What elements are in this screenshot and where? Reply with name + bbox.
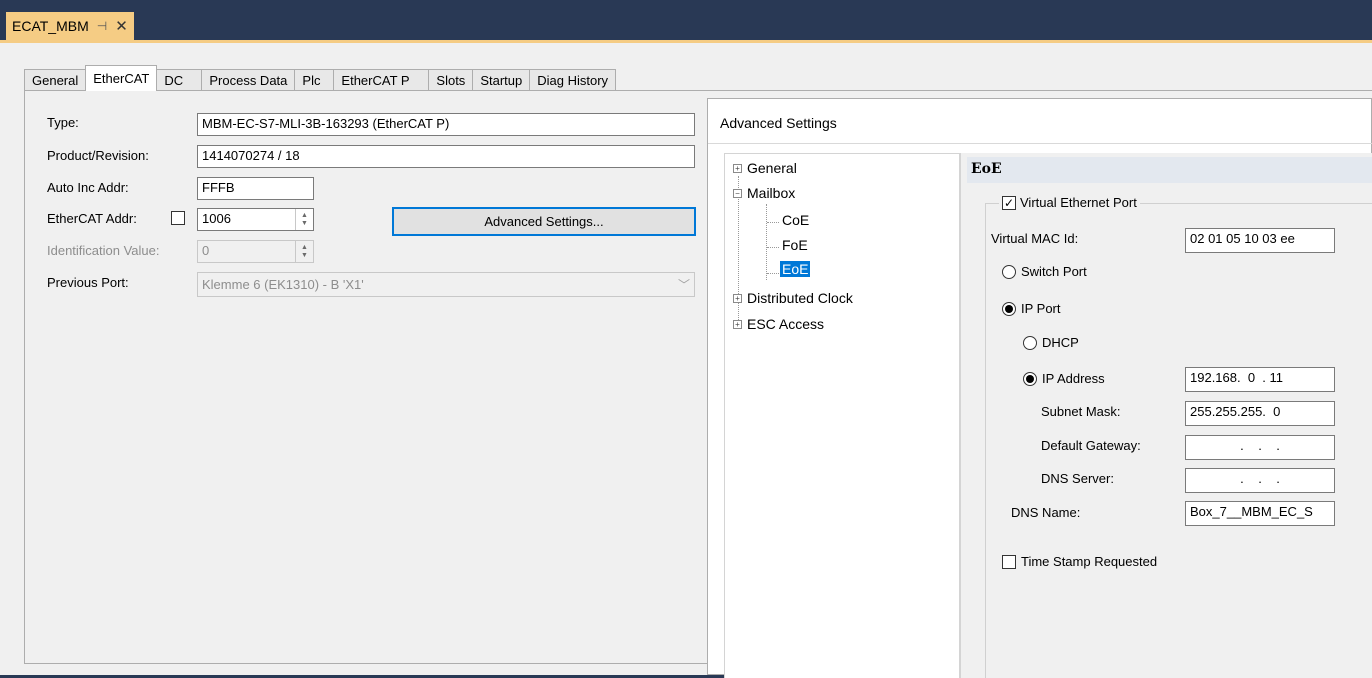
ip-port-label: IP Port bbox=[1021, 301, 1061, 316]
collapse-icon[interactable]: − bbox=[733, 188, 742, 198]
dns-server-label: DNS Server: bbox=[1041, 471, 1114, 486]
tree-node-label: CoE bbox=[782, 212, 810, 228]
previous-port-value: Klemme 6 (EK1310) - B 'X1' bbox=[202, 277, 364, 292]
spin-arrows-icon: ▲ ▼ bbox=[295, 241, 313, 262]
tab-process-data[interactable]: Process Data bbox=[201, 69, 296, 91]
settings-tree: + General − Mailbox CoE FoE EoE + Distri… bbox=[724, 153, 960, 678]
ethercat-addr-checkbox[interactable] bbox=[171, 211, 185, 225]
tree-node-eoe[interactable]: EoE bbox=[780, 261, 811, 277]
ethercat-addr-spinbox[interactable]: 1006 ▲ ▼ bbox=[197, 208, 314, 231]
subnet-mask-label: Subnet Mask: bbox=[1041, 404, 1121, 419]
tree-node-label: Mailbox bbox=[747, 185, 796, 201]
tab-ethercat[interactable]: EtherCAT bbox=[85, 65, 158, 91]
tab-slots[interactable]: Slots bbox=[428, 69, 474, 91]
tree-node-label: General bbox=[747, 160, 797, 176]
tab-ethercat-p[interactable]: EtherCAT P bbox=[333, 69, 430, 91]
virtual-ethernet-toggle[interactable]: ✓ Virtual Ethernet Port bbox=[999, 195, 1140, 210]
dialog-divider bbox=[708, 143, 1372, 144]
expand-icon[interactable]: + bbox=[733, 293, 742, 303]
dhcp-option[interactable]: DHCP bbox=[1023, 335, 1079, 350]
timestamp-checkbox[interactable] bbox=[1002, 554, 1016, 569]
ethercat-addr-label: EtherCAT Addr: bbox=[47, 211, 137, 226]
switch-port-radio[interactable] bbox=[1002, 264, 1016, 279]
identification-value-spinbox: 0 ▲ ▼ bbox=[197, 240, 314, 263]
tab-startup[interactable]: Startup bbox=[472, 69, 531, 91]
expand-icon[interactable]: + bbox=[733, 163, 742, 173]
tree-node-label: FoE bbox=[782, 237, 808, 253]
tree-node-label: Distributed Clock bbox=[747, 290, 853, 306]
expand-icon[interactable]: + bbox=[733, 319, 742, 329]
tree-node-esc-access[interactable]: + ESC Access bbox=[733, 316, 824, 332]
advanced-settings-dialog: Advanced Settings + General − Mailbox Co… bbox=[707, 98, 1372, 678]
previous-port-select: Klemme 6 (EK1310) - B 'X1' ﹀ bbox=[197, 272, 695, 297]
tree-node-mailbox[interactable]: − Mailbox bbox=[733, 185, 795, 201]
switch-port-option[interactable]: Switch Port bbox=[1002, 264, 1087, 279]
tab-diag-history[interactable]: Diag History bbox=[529, 69, 617, 91]
virtual-ethernet-label: Virtual Ethernet Port bbox=[1020, 195, 1137, 210]
tab-bar: General EtherCAT DC Process Data Plc Eth… bbox=[24, 65, 617, 91]
previous-port-label: Previous Port: bbox=[47, 275, 129, 290]
ip-address-field[interactable]: 192.168. 0 . 11 bbox=[1185, 367, 1335, 392]
identification-value: 0 bbox=[202, 243, 210, 258]
tab-dc[interactable]: DC bbox=[156, 69, 203, 91]
document-tab-strip bbox=[0, 0, 1372, 40]
virtual-ethernet-checkbox[interactable]: ✓ bbox=[1002, 195, 1016, 210]
dialog-title: Advanced Settings bbox=[720, 115, 837, 131]
chevron-down-icon: ﹀ bbox=[677, 278, 690, 292]
tab-plc[interactable]: Plc bbox=[294, 69, 335, 91]
document-tab[interactable]: ECAT_MBM ⊣ ✕ bbox=[6, 12, 134, 40]
tree-node-label: ESC Access bbox=[747, 316, 825, 332]
dhcp-radio[interactable] bbox=[1023, 335, 1037, 350]
tree-node-label: EoE bbox=[780, 261, 811, 277]
ip-port-radio[interactable] bbox=[1002, 301, 1016, 316]
ethercat-addr-value: 1006 bbox=[202, 211, 231, 226]
ip-address-option[interactable]: IP Address bbox=[1023, 371, 1105, 386]
section-header: EoE bbox=[967, 157, 1372, 183]
subnet-mask-field[interactable]: 255.255.255. 0 bbox=[1185, 401, 1335, 426]
timestamp-option[interactable]: Time Stamp Requested bbox=[1002, 554, 1157, 569]
tree-line bbox=[767, 273, 779, 274]
ip-address-label: IP Address bbox=[1042, 371, 1105, 386]
auto-inc-addr-field[interactable]: FFFB bbox=[197, 177, 314, 200]
tree-node-distributed-clock[interactable]: + Distributed Clock bbox=[733, 290, 853, 306]
default-gateway-field[interactable]: . . . bbox=[1185, 435, 1335, 460]
virtual-mac-label: Virtual MAC Id: bbox=[991, 231, 1079, 246]
spin-arrows-icon[interactable]: ▲ ▼ bbox=[295, 209, 313, 230]
tree-node-general[interactable]: + General bbox=[733, 160, 797, 176]
auto-inc-addr-label: Auto Inc Addr: bbox=[47, 180, 129, 195]
tree-node-foe[interactable]: FoE bbox=[782, 237, 808, 253]
type-label: Type: bbox=[47, 115, 79, 130]
default-gateway-label: Default Gateway: bbox=[1041, 438, 1141, 453]
dns-server-field[interactable]: . . . bbox=[1185, 468, 1335, 493]
virtual-mac-field[interactable]: 02 01 05 10 03 ee bbox=[1185, 228, 1335, 253]
product-revision-field[interactable]: 1414070274 / 18 bbox=[197, 145, 695, 168]
tree-line bbox=[767, 222, 779, 223]
dns-name-label: DNS Name: bbox=[1011, 505, 1081, 520]
identification-value-label: Identification Value: bbox=[47, 243, 160, 258]
close-icon[interactable]: ✕ bbox=[115, 17, 128, 35]
tree-line bbox=[767, 247, 779, 248]
tree-node-coe[interactable]: CoE bbox=[782, 212, 809, 228]
document-tab-title: ECAT_MBM bbox=[12, 18, 89, 34]
timestamp-label: Time Stamp Requested bbox=[1021, 554, 1158, 569]
pin-icon[interactable]: ⊣ bbox=[97, 19, 107, 33]
switch-port-label: Switch Port bbox=[1021, 264, 1087, 279]
type-field[interactable]: MBM-EC-S7-MLI-3B-163293 (EtherCAT P) bbox=[197, 113, 695, 136]
dhcp-label: DHCP bbox=[1042, 335, 1079, 350]
tree-line bbox=[766, 204, 767, 280]
ip-port-option[interactable]: IP Port bbox=[1002, 301, 1061, 316]
ip-address-radio[interactable] bbox=[1023, 371, 1037, 386]
tab-general[interactable]: General bbox=[24, 69, 87, 91]
advanced-settings-button[interactable]: Advanced Settings... bbox=[392, 207, 696, 236]
eoe-settings-panel: EoE ✓ Virtual Ethernet Port Virtual MAC … bbox=[960, 153, 1372, 678]
product-revision-label: Product/Revision: bbox=[47, 148, 149, 163]
dns-name-field[interactable]: Box_7__MBM_EC_S bbox=[1185, 501, 1335, 526]
